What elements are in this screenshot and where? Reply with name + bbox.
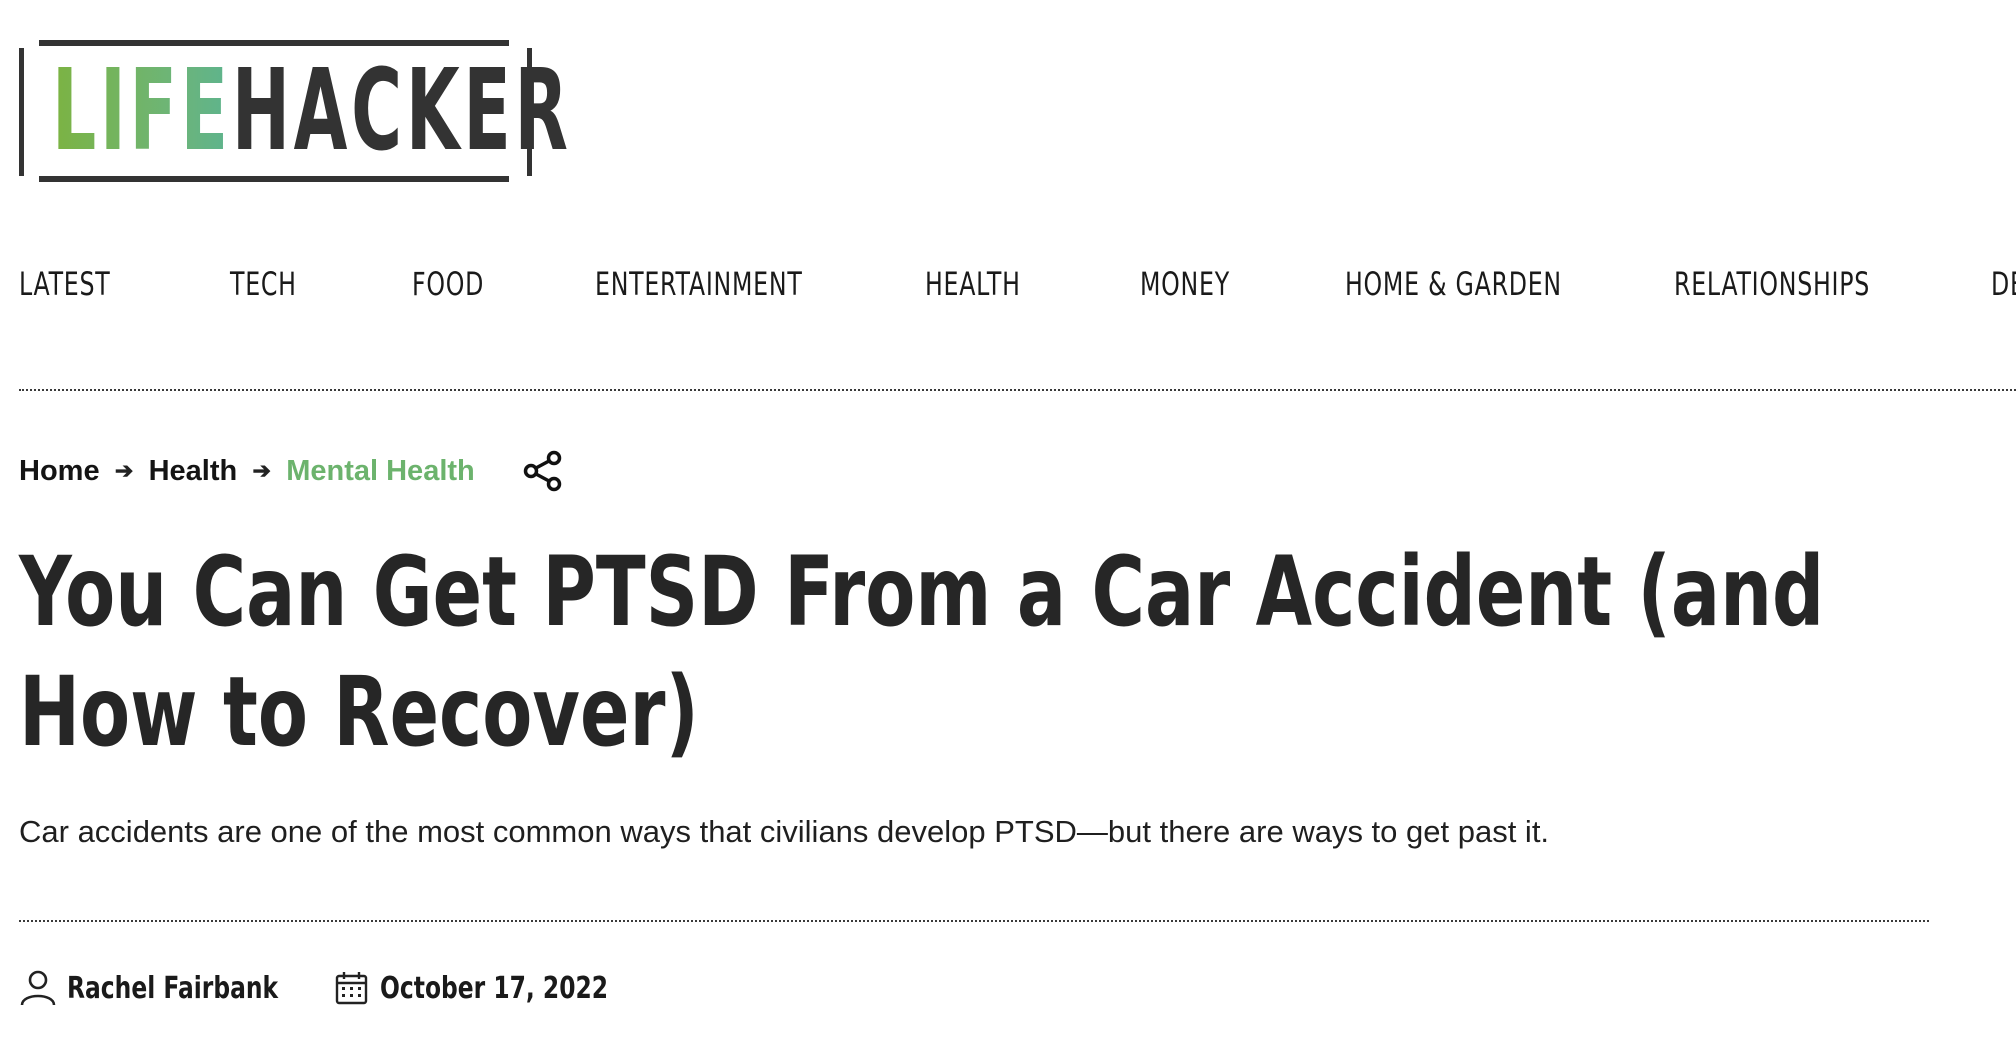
person-icon <box>19 969 57 1007</box>
main-nav: LATEST TECH FOOD ENTERTAINMENT HEALTH MO… <box>19 262 2016 306</box>
nav-item-home-garden[interactable]: HOME & GARDEN <box>1345 262 1562 306</box>
logo-wordmark: LIFEHACKER <box>52 51 572 171</box>
nav-item-tech[interactable]: TECH <box>230 262 297 306</box>
breadcrumb-health[interactable]: Health <box>149 455 238 488</box>
arrow-right-icon: ➔ <box>252 458 271 483</box>
breadcrumb-home[interactable]: Home <box>19 455 100 488</box>
logo-hacker: HACKER <box>231 46 572 176</box>
nav-item-more[interactable]: DE <box>1991 262 2016 306</box>
logo-frame-bottom <box>39 176 509 182</box>
logo-life: LIFE <box>52 46 232 176</box>
breadcrumb: Home ➔ Health ➔ Mental Health <box>19 449 565 493</box>
dek-divider <box>19 920 1929 922</box>
site-logo[interactable]: LIFEHACKER <box>19 40 568 182</box>
article-title: You Can Get PTSD From a Car Accident (an… <box>19 536 1825 768</box>
arrow-right-icon: ➔ <box>114 458 134 483</box>
nav-item-food[interactable]: FOOD <box>412 262 484 306</box>
nav-item-entertainment[interactable]: ENTERTAINMENT <box>595 262 803 306</box>
article-dek: Car accidents are one of the most common… <box>19 814 1550 849</box>
share-icon[interactable] <box>521 449 565 493</box>
publish-date: October 17, 2022 <box>380 971 609 1006</box>
calendar-icon <box>333 969 371 1007</box>
nav-item-latest[interactable]: LATEST <box>19 262 110 306</box>
logo-frame-left <box>19 48 24 176</box>
nav-item-relationships[interactable]: RELATIONSHIPS <box>1674 262 1870 306</box>
byline: Rachel Fairbank October 17, 2022 <box>19 967 719 1011</box>
nav-divider <box>19 389 2016 391</box>
author-name[interactable]: Rachel Fairbank <box>67 967 278 1011</box>
page: LIFEHACKER LATEST TECH FOOD ENTERTAINMEN… <box>0 0 2016 1040</box>
nav-item-health[interactable]: HEALTH <box>925 262 1021 306</box>
nav-item-money[interactable]: MONEY <box>1140 262 1230 306</box>
breadcrumb-mental-health[interactable]: Mental Health <box>286 455 475 488</box>
